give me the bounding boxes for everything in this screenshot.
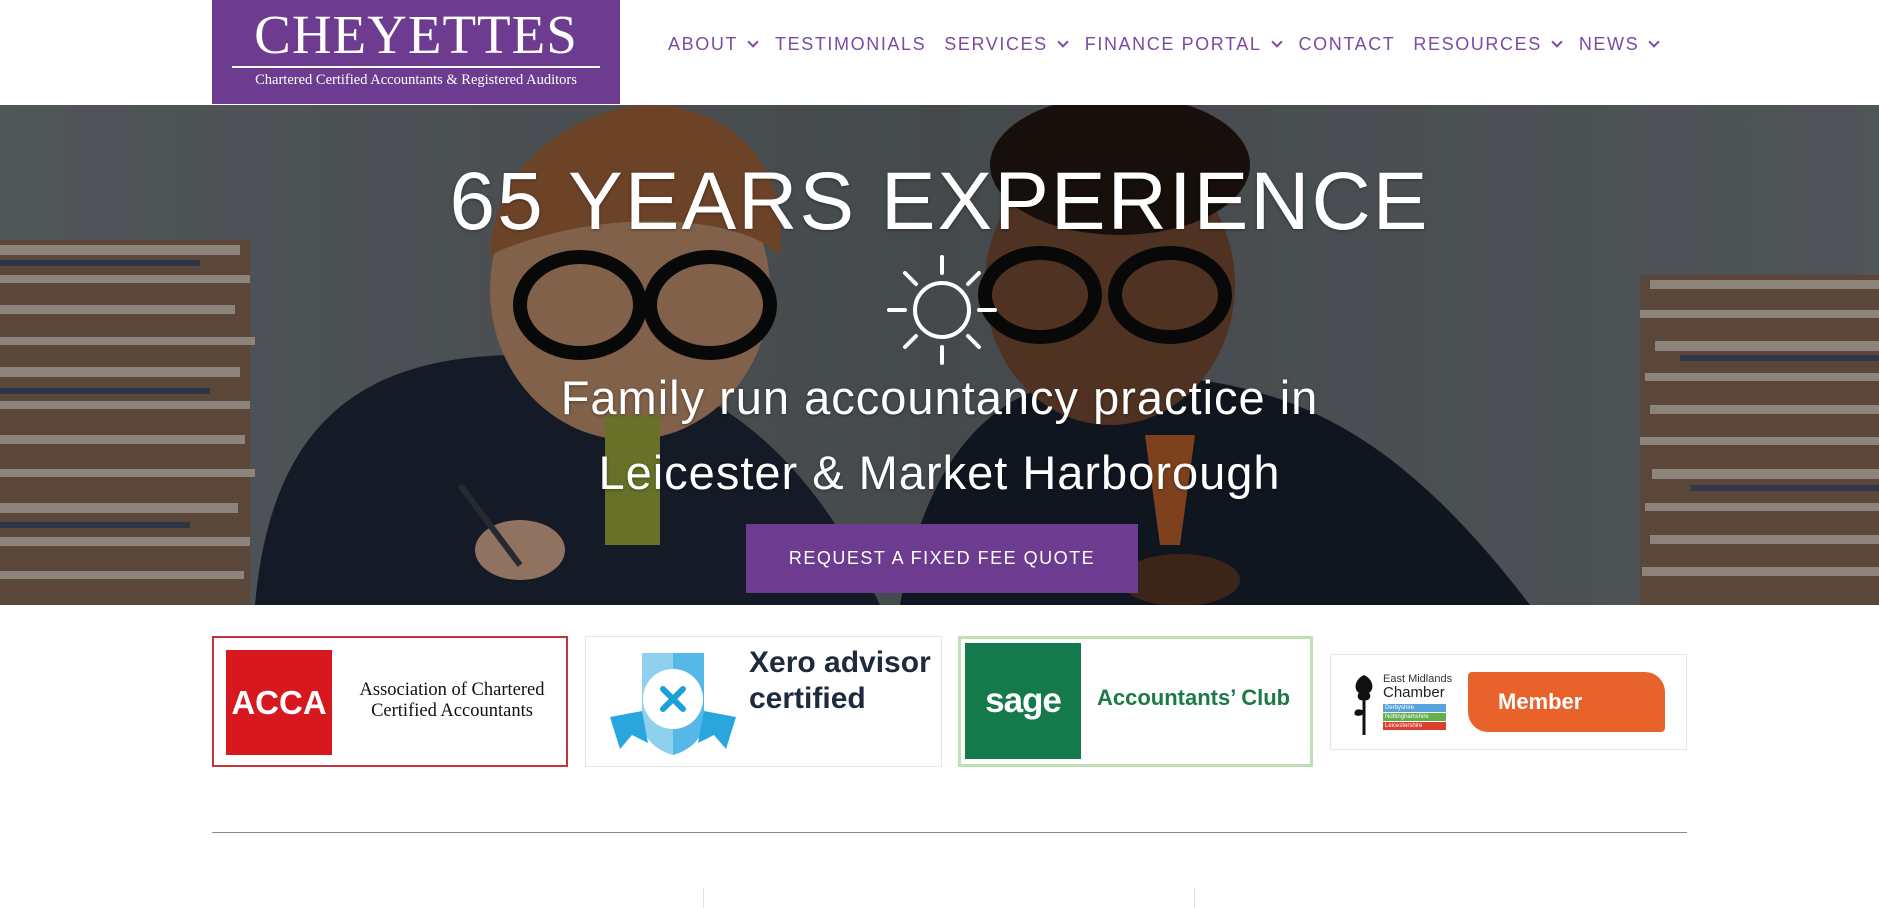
chevron-down-icon: [1270, 36, 1283, 48]
hero-subtitle-line-2: Leicester & Market Harborough: [598, 446, 1281, 499]
acca-text: Association of Chartered Certified Accou…: [342, 680, 562, 722]
xero-badge[interactable]: Xero advisor certified: [585, 636, 942, 767]
request-quote-button[interactable]: REQUEST A FIXED FEE QUOTE: [746, 524, 1138, 593]
xero-text: Xero advisor certified: [749, 645, 931, 717]
logo-tagline: Chartered Certified Accountants & Regist…: [255, 72, 577, 88]
acca-text-line-2: Certified Accountants: [371, 701, 533, 721]
xero-text-line-2: certified: [749, 682, 866, 715]
sage-badge[interactable]: sage Accountants’ Club: [958, 636, 1313, 767]
nav-item-label: SERVICES: [944, 34, 1048, 54]
nav-item-testimonials[interactable]: TESTIMONIALS: [775, 34, 926, 55]
cheyettes-logo[interactable]: CHEYETTES Chartered Certified Accountant…: [212, 0, 620, 104]
emc-name-line-2: Chamber: [1383, 684, 1445, 701]
sage-text: Accountants’ Club: [1097, 685, 1291, 710]
emc-county-stripes: Derbyshire Nottinghamshire Leicestershir…: [1383, 704, 1446, 731]
main-nav: ABOUT TESTIMONIALS SERVICES FINANCE PORT…: [668, 34, 1676, 55]
nav-item-services[interactable]: SERVICES: [944, 34, 1069, 55]
chevron-down-icon: [1551, 36, 1563, 48]
chevron-down-icon: [1057, 36, 1069, 48]
nav-item-label: TESTIMONIALS: [775, 34, 927, 54]
section-divider: [212, 832, 1687, 833]
nav-item-contact[interactable]: CONTACT: [1299, 34, 1396, 55]
rose-icon: [1354, 675, 1373, 735]
column-divider: [703, 888, 704, 908]
emc-stripe-derbyshire: Derbyshire: [1383, 704, 1446, 712]
east-midlands-chamber-badge[interactable]: East Midlands Chamber Derbyshire Notting…: [1330, 654, 1687, 750]
hero-banner: 65 YEARS EXPERIENCE Family run accountan…: [0, 105, 1879, 605]
hero-title: 65 YEARS EXPERIENCE: [449, 156, 1430, 247]
column-divider: [1194, 888, 1195, 908]
nav-item-label: RESOURCES: [1413, 34, 1542, 54]
nav-item-news[interactable]: NEWS: [1578, 34, 1660, 55]
acca-text-line-1: Association of Chartered: [359, 680, 545, 700]
nav-item-about[interactable]: ABOUT: [668, 34, 759, 55]
hero-subtitle: Family run accountancy practice in Leice…: [0, 360, 1879, 510]
nav-item-label: FINANCE PORTAL: [1084, 34, 1262, 54]
logo-rule: [232, 66, 600, 68]
nav-item-finance-portal[interactable]: FINANCE PORTAL: [1084, 34, 1283, 55]
xero-text-line-1: Xero advisor: [749, 646, 931, 679]
logo-name: CHEYETTES: [254, 4, 578, 65]
acca-logo: ACCA: [226, 650, 332, 755]
emc-stripe-nottinghamshire: Nottinghamshire: [1383, 713, 1446, 721]
emc-member-label: Member: [1468, 672, 1665, 732]
sun-icon: [887, 255, 997, 365]
nav-item-label: CONTACT: [1298, 34, 1396, 54]
nav-item-label: ABOUT: [668, 34, 739, 54]
emc-name: East Midlands Chamber: [1383, 673, 1452, 701]
sage-logo: sage: [965, 643, 1081, 759]
nav-item-label: NEWS: [1578, 34, 1640, 54]
page: CHEYETTES Chartered Certified Accountant…: [0, 0, 1879, 908]
chevron-down-icon: [747, 36, 759, 48]
hero-subtitle-line-1: Family run accountancy practice in: [560, 371, 1319, 424]
emc-stripe-leicestershire: Leicestershire: [1383, 722, 1446, 730]
site-header: CHEYETTES Chartered Certified Accountant…: [0, 0, 1879, 105]
nav-item-resources[interactable]: RESOURCES: [1413, 34, 1563, 55]
xero-shield-icon: [610, 653, 736, 755]
chevron-down-icon: [1648, 36, 1660, 48]
acca-badge[interactable]: ACCA Association of Chartered Certified …: [212, 636, 568, 767]
